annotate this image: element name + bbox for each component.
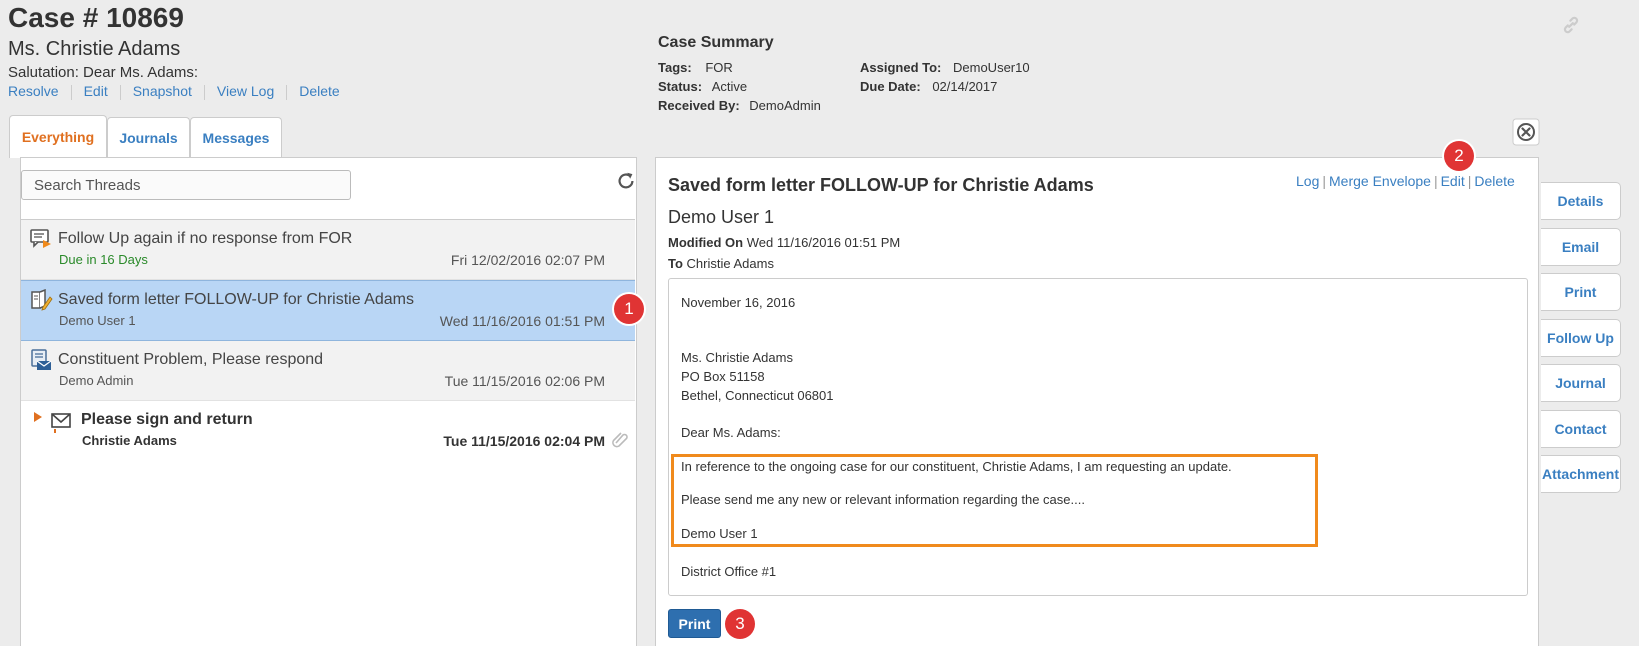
letter-body-line: In reference to the ongoing case for our…: [681, 459, 1232, 474]
close-panel-icon[interactable]: [1512, 118, 1540, 146]
to-value: Christie Adams: [686, 256, 774, 271]
edit-letter-link[interactable]: Edit: [1441, 173, 1465, 189]
constituent-name: Ms. Christie Adams: [8, 38, 181, 60]
assigned-to-label: Assigned To:: [860, 60, 942, 75]
divider: [119, 85, 121, 100]
detail-actions: Log | Merge Envelope | Edit | Delete: [1296, 173, 1515, 189]
divider: [286, 85, 288, 100]
divider: [70, 85, 72, 100]
follow-up-icon: [30, 229, 51, 248]
salutation: Salutation: Dear Ms. Adams:: [8, 64, 199, 81]
divider: [203, 85, 205, 100]
recipient: To Christie Adams: [668, 256, 774, 271]
side-tab-journal[interactable]: Journal: [1541, 364, 1621, 402]
thread-author: Demo Admin: [59, 373, 134, 388]
side-tab-follow-up[interactable]: Follow Up: [1541, 319, 1621, 357]
side-tab-contact[interactable]: Contact: [1541, 410, 1621, 448]
case-summary: Case Summary Tags: FOR Status: Active Re…: [658, 34, 1078, 114]
envelope-icon: [51, 413, 71, 433]
side-tab-attachment[interactable]: Attachment: [1541, 455, 1621, 493]
view-log-link[interactable]: View Log: [217, 83, 274, 100]
divider: |: [1467, 173, 1472, 189]
log-link[interactable]: Log: [1296, 173, 1319, 189]
problem-icon: [31, 349, 52, 370]
side-tab-email[interactable]: Email: [1541, 228, 1621, 266]
thread-title: Constituent Problem, Please respond: [58, 351, 324, 368]
tab-everything[interactable]: Everything: [9, 115, 107, 158]
refresh-icon[interactable]: [615, 170, 637, 192]
letter-address-line: Bethel, Connecticut 06801: [681, 388, 834, 403]
thread-title: Saved form letter FOLLOW-UP for Christie…: [58, 291, 414, 308]
status-value: Active: [711, 79, 748, 94]
thread-item[interactable]: Saved form letter FOLLOW-UP for Christie…: [21, 280, 635, 341]
letter-date: November 16, 2016: [681, 295, 796, 310]
divider: |: [1433, 173, 1438, 189]
thread-date: Tue 11/15/2016 02:06 PM: [444, 373, 605, 389]
thread-item[interactable]: Follow Up again if no response from FOR …: [21, 219, 635, 280]
received-by-value: DemoAdmin: [749, 98, 821, 113]
snapshot-link[interactable]: Snapshot: [133, 83, 192, 100]
letter-address-line: PO Box 51158: [681, 369, 765, 384]
thread-title: Please sign and return: [81, 411, 253, 428]
modified-on-label: Modified On: [668, 235, 744, 250]
delete-letter-link[interactable]: Delete: [1474, 173, 1514, 189]
letter-greeting: Dear Ms. Adams:: [681, 425, 781, 440]
letter-recipient-name: Ms. Christie Adams: [681, 350, 793, 365]
tab-messages[interactable]: Messages: [190, 117, 282, 158]
search-threads-input[interactable]: [21, 170, 351, 200]
divider: |: [1322, 173, 1326, 189]
due-date-value: 02/14/2017: [932, 79, 998, 94]
tags-value: FOR: [705, 60, 733, 75]
link-icon[interactable]: [1560, 14, 1582, 36]
thread-list: Follow Up again if no response from FOR …: [21, 219, 635, 460]
side-tab-print[interactable]: Print: [1541, 273, 1621, 311]
print-button[interactable]: Print: [668, 609, 721, 638]
status-label: Status:: [658, 79, 703, 94]
case-summary-title: Case Summary: [658, 34, 774, 51]
thread-date: Fri 12/02/2016 02:07 PM: [450, 252, 605, 268]
merge-envelope-link[interactable]: Merge Envelope: [1329, 173, 1431, 189]
modified-on-value: Wed 11/16/2016 01:51 PM: [746, 235, 901, 250]
letter-signature: Demo User 1: [681, 526, 758, 541]
side-tab-details[interactable]: Details: [1541, 182, 1621, 220]
step-badge: 2: [1444, 141, 1474, 171]
thread-date: Wed 11/16/2016 01:51 PM: [439, 313, 605, 329]
letter-body-line: Please send me any new or relevant infor…: [681, 492, 1085, 507]
detail-title: Saved form letter FOLLOW-UP for Christie…: [668, 175, 1094, 195]
thread-date: Tue 11/15/2016 02:04 PM: [443, 433, 605, 449]
modified-on: Modified On Wed 11/16/2016 01:51 PM: [668, 235, 900, 250]
case-actions: Resolve Edit Snapshot View Log Delete: [8, 83, 340, 100]
thread-author: Christie Adams: [82, 433, 177, 448]
letter-preview: November 16, 2016 Ms. Christie Adams PO …: [668, 278, 1528, 596]
tags-label: Tags:: [658, 60, 692, 75]
thread-item[interactable]: Constituent Problem, Please respond Demo…: [21, 341, 635, 401]
resolve-link[interactable]: Resolve: [8, 83, 59, 100]
step-badge: 1: [614, 294, 644, 324]
thread-due: Due in 16 Days: [59, 252, 148, 267]
thread-title: Follow Up again if no response from FOR: [58, 230, 353, 247]
form-letter-icon: [31, 289, 53, 311]
thread-item[interactable]: Please sign and return Christie Adams Tu…: [21, 401, 635, 460]
detail-author: Demo User 1: [668, 207, 775, 227]
edit-link[interactable]: Edit: [84, 83, 108, 100]
to-label: To: [668, 256, 683, 271]
due-date-label: Due Date:: [860, 79, 921, 94]
assigned-to-value: DemoUser10: [953, 60, 1030, 75]
thread-author: Demo User 1: [59, 313, 136, 328]
paperclip-icon: [612, 432, 628, 448]
expand-arrow-icon[interactable]: [33, 411, 43, 423]
step-badge: 3: [725, 609, 755, 639]
delete-link[interactable]: Delete: [299, 83, 339, 100]
received-by-label: Received By:: [658, 98, 740, 113]
letter-office: District Office #1: [681, 564, 777, 579]
tab-journals[interactable]: Journals: [107, 117, 190, 158]
case-title: Case # 10869: [8, 2, 184, 33]
